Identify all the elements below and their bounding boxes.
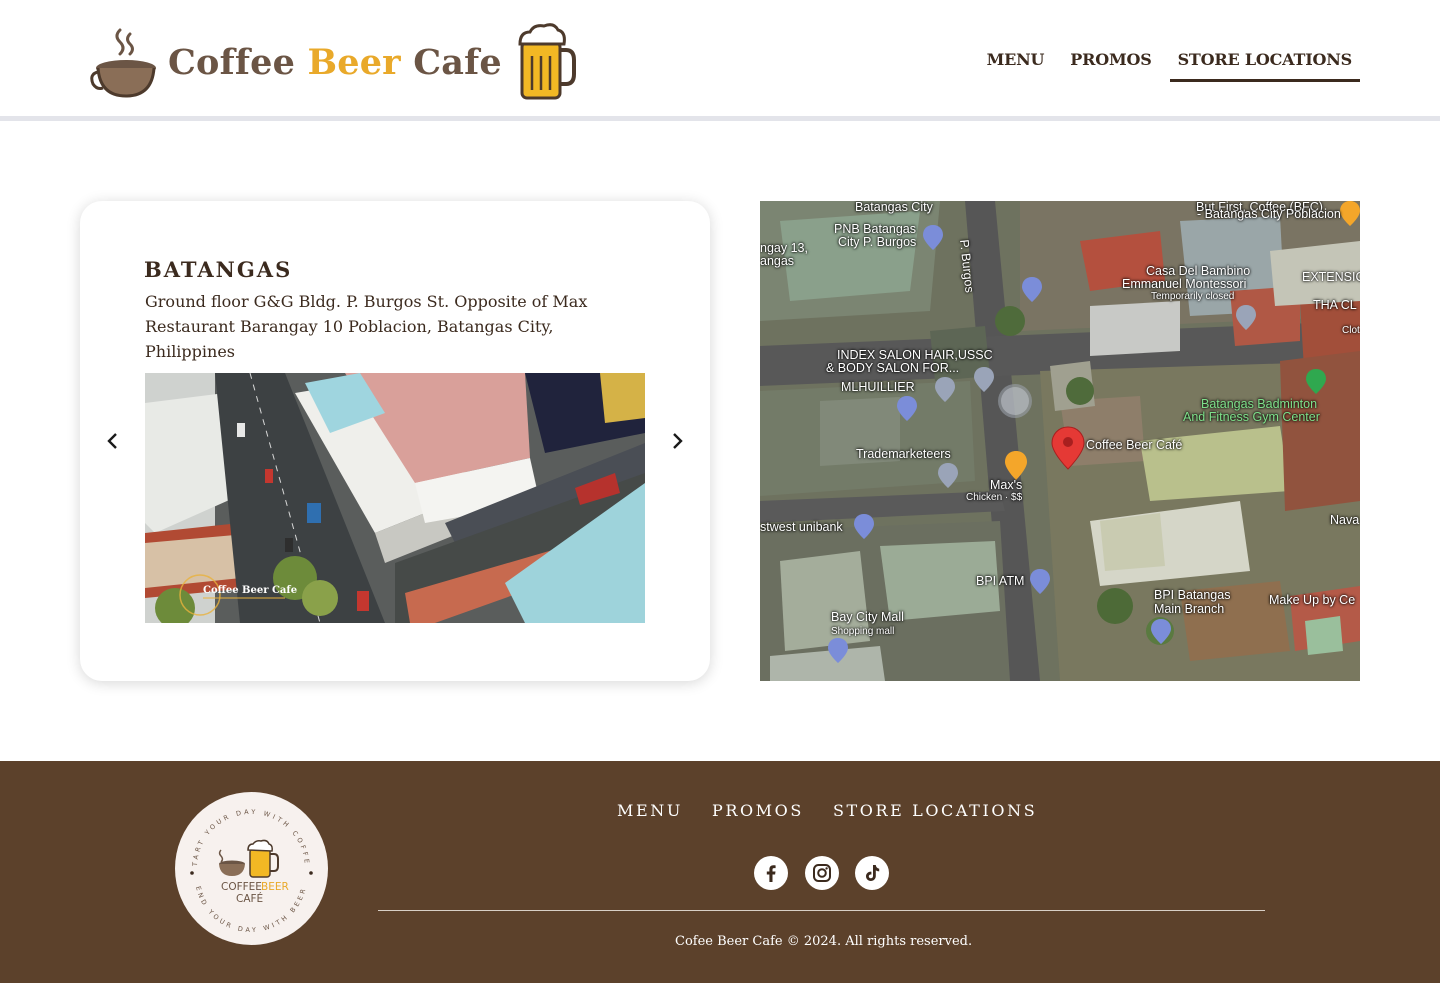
map-label: Clot (1342, 325, 1360, 336)
map-satellite-background (760, 201, 1360, 681)
store-aerial-photo: Coffee Beer Cafe (145, 373, 645, 623)
facebook-link[interactable] (754, 856, 788, 890)
map-label: Chicken · $$ (966, 492, 1023, 503)
map-label: EXTENSIC (1302, 270, 1360, 284)
map-label: - Batangas City Poblacion (1197, 207, 1341, 221)
nav-promos[interactable]: PROMOS (1062, 46, 1159, 82)
map-label: Shopping mall (831, 626, 895, 637)
carousel-next-button[interactable] (665, 429, 689, 453)
badge-text-coffee: COFFEE (221, 881, 262, 893)
badge-ring-top: START YOUR DAY WITH COFFEE (171, 786, 308, 867)
store-map[interactable]: Batangas City But First, Coffee (BFC) - … (760, 201, 1360, 681)
store-photo: Coffee Beer Cafe (145, 373, 645, 623)
instagram-icon (812, 864, 831, 882)
footer-nav-promos[interactable]: PROMOS (712, 801, 804, 820)
map-label: & BODY SALON FOR... (826, 361, 960, 375)
map-label: Trademarketeers (856, 447, 951, 461)
coffee-cup-icon (90, 28, 156, 98)
badge-text-cafe: CAFÉ (236, 892, 263, 905)
footer-logo-badge[interactable]: START YOUR DAY WITH COFFEE END YOUR DAY … (171, 786, 328, 945)
map-label: angas (760, 254, 795, 268)
store-card: BATANGAS Ground floor G&G Bldg. P. Burgo… (80, 201, 710, 681)
photo-watermark: Coffee Beer Cafe (203, 585, 297, 596)
header-divider (0, 116, 1440, 121)
map-label: stwest unibank (760, 520, 843, 534)
map-label: Batangas City (855, 201, 933, 214)
map-label: And Fitness Gym Center (1183, 410, 1320, 424)
footer-nav-store-locations[interactable]: STORE LOCATIONS (833, 801, 1037, 820)
nav-menu[interactable]: MENU (979, 46, 1053, 82)
map-label: Nava (1330, 513, 1360, 527)
main-nav: MENU PROMOS STORE LOCATIONS (969, 46, 1360, 82)
map-label-coffee-beer-cafe[interactable]: Coffee Beer Café (1086, 439, 1182, 452)
social-links (754, 856, 906, 890)
nav-store-locations[interactable]: STORE LOCATIONS (1169, 46, 1360, 82)
carousel-prev-button[interactable] (101, 429, 125, 453)
badge-graphic: START YOUR DAY WITH COFFEE END YOUR DAY … (171, 786, 313, 934)
map-label: Main Branch (1154, 602, 1225, 616)
site-footer: START YOUR DAY WITH COFFEE END YOUR DAY … (0, 761, 1440, 983)
brand-name: Coffee Beer Cafe (168, 42, 502, 83)
map-label: THA CL (1313, 298, 1357, 312)
map-label: Make Up by Ce (1269, 593, 1356, 607)
beer-mug-icon (518, 23, 576, 100)
facebook-icon (766, 865, 776, 882)
map-label: Temporarily closed (1151, 291, 1235, 302)
map-label: City P. Burgos (838, 235, 917, 249)
chevron-left-icon (107, 433, 117, 449)
brand-logo[interactable]: Coffee Beer Cafe (90, 22, 578, 102)
tiktok-link[interactable] (855, 856, 889, 890)
svg-text:START YOUR DAY WITH COFFEE: START YOUR DAY WITH COFFEE (175, 792, 311, 867)
footer-nav: MENU PROMOS STORE LOCATIONS (617, 801, 1066, 820)
chevron-right-icon (673, 433, 683, 449)
footer-nav-menu[interactable]: MENU (617, 801, 683, 820)
store-address: Ground floor G&G Bldg. P. Burgos St. Opp… (145, 292, 588, 361)
badge-text-beer: BEER (261, 881, 289, 893)
tiktok-icon (866, 865, 880, 881)
map-label: BPI Batangas (1154, 588, 1231, 602)
map-label: MLHUILLIER (841, 380, 915, 394)
footer-divider (378, 910, 1265, 911)
brand-word-coffee: Coffee (168, 41, 296, 83)
brand-word-cafe: Cafe (413, 41, 502, 83)
brand-word-beer: Beer (307, 41, 401, 83)
map-label: BPI ATM (976, 574, 1025, 588)
store-title: BATANGAS (144, 257, 293, 282)
instagram-link[interactable] (804, 856, 839, 890)
copyright-text: Cofee Beer Cafe © 2024. All rights reser… (675, 934, 973, 949)
map-label: Bay City Mall (831, 610, 904, 624)
site-header: Coffee Beer Cafe MENU PROMOS STORE LOCAT… (0, 0, 1440, 116)
